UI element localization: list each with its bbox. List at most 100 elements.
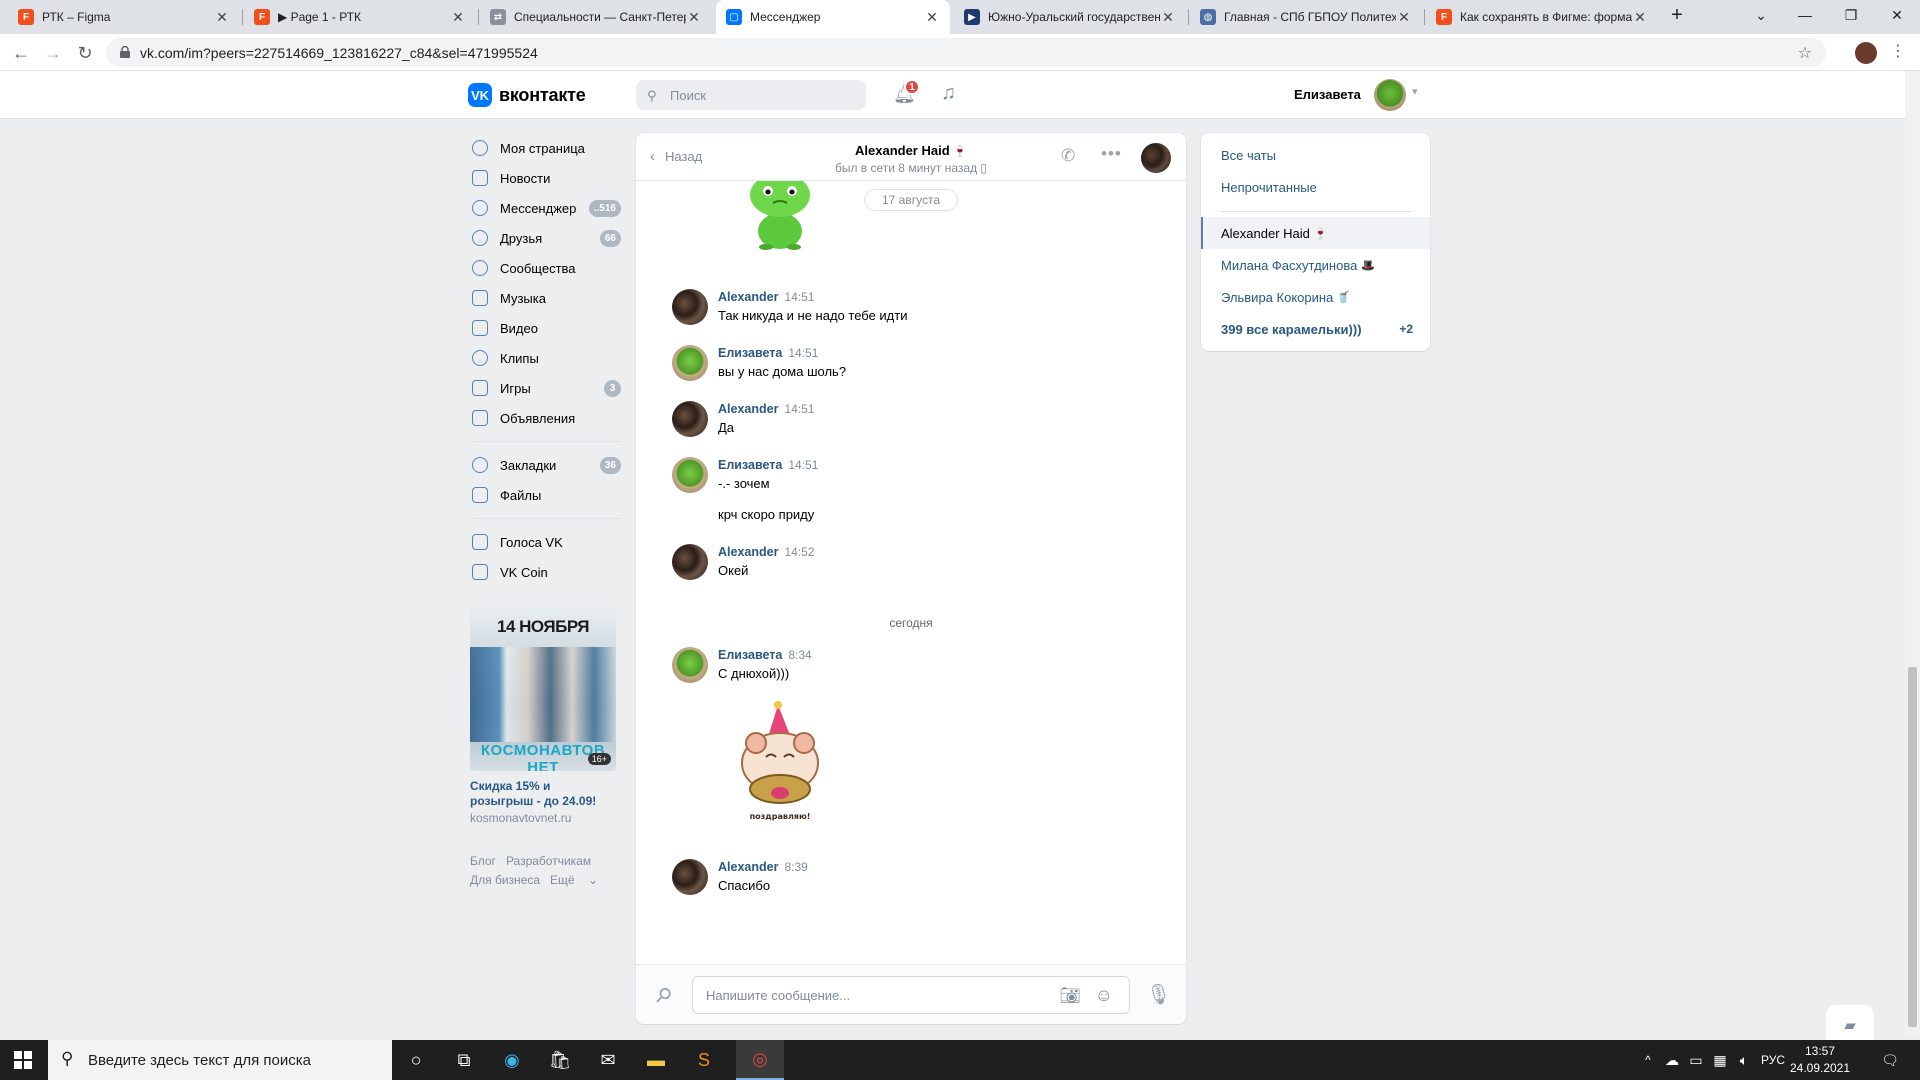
minimize-button[interactable]: — [1782, 0, 1828, 30]
store-icon[interactable]: 🛍︎ [536, 1040, 584, 1080]
language-indicator[interactable]: РУС [1758, 1040, 1788, 1080]
menu-item-files[interactable]: Файлы [470, 480, 625, 510]
menu-item-messenger[interactable]: Мессенджер ..516 [470, 193, 625, 223]
message-author[interactable]: Елизавета 14:51 [718, 346, 818, 360]
file-explorer-icon[interactable]: ▬ [632, 1040, 680, 1080]
action-center-icon[interactable]: 🗨︎ [1870, 1040, 1910, 1080]
message-author[interactable]: Елизавета 14:51 [718, 458, 818, 472]
maximize-button[interactable]: ❐ [1828, 0, 1874, 30]
footer-link-more[interactable]: Ещё ⌄ [550, 873, 598, 887]
close-window-button[interactable]: ✕ [1874, 0, 1920, 30]
close-tab-icon[interactable]: ✕ [450, 9, 466, 26]
chrome-icon[interactable]: ◎ [736, 1040, 784, 1080]
recent-chat-alexander-haid[interactable]: Alexander Haid 🍷 [1201, 217, 1430, 249]
vk-logo[interactable]: VK вконтакте [468, 83, 586, 107]
ad-image[interactable]: 14 НОЯБРЯ КОСМОНАВТОВ НЕТ 16+ [470, 607, 616, 771]
phone-call-icon[interactable]: ✆ [1061, 146, 1075, 166]
tab-search-icon[interactable]: ⌄ [1738, 0, 1784, 30]
author-avatar[interactable] [672, 647, 708, 683]
reload-icon[interactable]: ↻ [72, 40, 98, 66]
chat-bubble-icon[interactable]: ▰ [1826, 1005, 1874, 1045]
chevron-down-icon[interactable]: ▾ [1412, 85, 1418, 98]
user-avatar[interactable] [1374, 79, 1406, 111]
bookmark-star-icon[interactable]: ☆ [1798, 43, 1812, 63]
windows-start-icon[interactable] [14, 1051, 32, 1069]
paperclip-icon[interactable]: ⚲ [649, 981, 677, 1009]
peer-avatar[interactable] [1141, 143, 1171, 173]
battery-icon[interactable]: ▭ [1684, 1040, 1708, 1080]
close-tab-icon[interactable]: ✕ [686, 9, 702, 26]
tab-figma-save[interactable]: F Как сохранять в Фигме: форма ✕ [1426, 0, 1658, 34]
close-tab-icon[interactable]: ✕ [214, 9, 230, 26]
tab-rtk-figma[interactable]: F РТК – Figma ✕ [8, 0, 240, 34]
tab-susu[interactable]: ▶ Южно-Уральский государствен ✕ [954, 0, 1186, 34]
recent-chat-group[interactable]: 399 все карамельки))) +2 [1201, 313, 1430, 345]
author-avatar[interactable] [672, 859, 708, 895]
onedrive-icon[interactable]: ☁ [1660, 1040, 1684, 1080]
message-author[interactable]: Alexander 14:51 [718, 402, 814, 416]
menu-item-my-page[interactable]: Моя страница [470, 133, 625, 163]
ad-site[interactable]: kosmonavtovnet.ru [470, 811, 616, 825]
footer-link-blog[interactable]: Блог [470, 854, 496, 868]
close-tab-icon[interactable]: ✕ [1632, 9, 1648, 26]
author-avatar[interactable] [672, 289, 708, 325]
message-author[interactable]: Alexander 14:51 [718, 290, 814, 304]
sublime-icon[interactable]: S [680, 1040, 728, 1080]
close-tab-icon[interactable]: ✕ [1160, 9, 1176, 26]
ad-title[interactable]: Скидка 15% и розыгрыш - до 24.09! [470, 779, 616, 809]
network-icon[interactable]: ▦ [1708, 1040, 1732, 1080]
message-history[interactable]: 17 августа Alexander 14:51 Так никуда и н… [636, 181, 1186, 964]
recent-chat-elvira[interactable]: Эльвира Кокорина 🥤 [1201, 281, 1430, 313]
menu-item-clips[interactable]: Клипы [470, 343, 625, 373]
emoji-smile-icon[interactable]: ☺ [1095, 985, 1113, 1006]
user-name[interactable]: Елизавета [1294, 87, 1361, 102]
menu-item-bookmarks[interactable]: Закладки 36 [470, 450, 625, 480]
scrollbar-thumb[interactable] [1908, 667, 1917, 1027]
forward-arrow-icon[interactable]: → [40, 40, 66, 66]
menu-item-news[interactable]: Новости [470, 163, 625, 193]
mail-icon[interactable]: ✉ [584, 1040, 632, 1080]
menu-item-ads[interactable]: Объявления [470, 403, 625, 433]
unread-chats-link[interactable]: Непрочитанные [1221, 180, 1317, 195]
message-author[interactable]: Alexander 14:52 [718, 545, 814, 559]
close-tab-icon[interactable]: ✕ [924, 9, 940, 26]
menu-item-vk-coin[interactable]: VK Coin [470, 557, 625, 587]
recent-chat-milana[interactable]: Милана Фасхутдинова 🎩 [1201, 249, 1430, 281]
search-input[interactable]: ⚲ Поиск [636, 80, 866, 110]
browser-menu-icon[interactable]: ⋮ [1890, 41, 1906, 61]
edge-icon[interactable]: ◉ [488, 1040, 536, 1080]
menu-item-video[interactable]: Видео [470, 313, 625, 343]
camera-icon[interactable]: 📷︎ [1059, 986, 1081, 1006]
message-author[interactable]: Елизавета 8:34 [718, 648, 812, 662]
message-input[interactable]: Напишите сообщение... 📷︎ ☺ [692, 976, 1130, 1014]
footer-link-business[interactable]: Для бизнеса [470, 873, 540, 887]
author-avatar[interactable] [672, 345, 708, 381]
close-tab-icon[interactable]: ✕ [1396, 9, 1412, 26]
menu-item-friends[interactable]: Друзья 66 [470, 223, 625, 253]
page-scrollbar[interactable] [1905, 71, 1920, 1037]
all-chats-link[interactable]: Все чаты [1221, 148, 1276, 163]
tab-spb-polytech[interactable]: ◍ Главная - СПб ГБПОУ Политех ✕ [1190, 0, 1422, 34]
menu-item-vk-votes[interactable]: Голоса VK [470, 527, 625, 557]
tab-messenger[interactable]: ▢ Мессенджер ✕ [716, 0, 950, 34]
show-hidden-icons[interactable]: ^ [1638, 1040, 1658, 1080]
tab-page1-rtk[interactable]: F ▶ Page 1 - РТК ✕ [244, 0, 476, 34]
volume-icon[interactable]: 🔈︎ [1732, 1040, 1756, 1080]
more-options-icon[interactable]: ••• [1101, 144, 1122, 164]
sidebar-ad[interactable]: 14 НОЯБРЯ КОСМОНАВТОВ НЕТ 16+ Скидка 15%… [470, 607, 616, 825]
taskbar-search-input[interactable]: ⚲ Введите здесь текст для поиска [48, 1040, 392, 1080]
new-tab-button[interactable]: + [1660, 0, 1694, 30]
message-author[interactable]: Alexander 8:39 [718, 860, 808, 874]
system-clock[interactable]: 13:57 24.09.2021 [1787, 1043, 1853, 1077]
frog-sticker[interactable] [740, 181, 820, 251]
author-avatar[interactable] [672, 401, 708, 437]
back-arrow-icon[interactable]: ← [8, 40, 34, 66]
url-input[interactable]: vk.com/im?peers=227514669_123816227_c84&… [106, 38, 1826, 67]
menu-item-music[interactable]: Музыка [470, 283, 625, 313]
microphone-icon[interactable]: 🎙︎ [1146, 982, 1171, 1007]
music-note-icon[interactable]: ♫ [941, 82, 956, 105]
tab-specialties[interactable]: ⇄ Специальности — Санкт-Петер ✕ [480, 0, 712, 34]
menu-item-games[interactable]: Игры 3 [470, 373, 625, 403]
task-view-icon[interactable]: ⧉ [440, 1040, 488, 1080]
browser-profile-avatar[interactable] [1855, 42, 1877, 64]
